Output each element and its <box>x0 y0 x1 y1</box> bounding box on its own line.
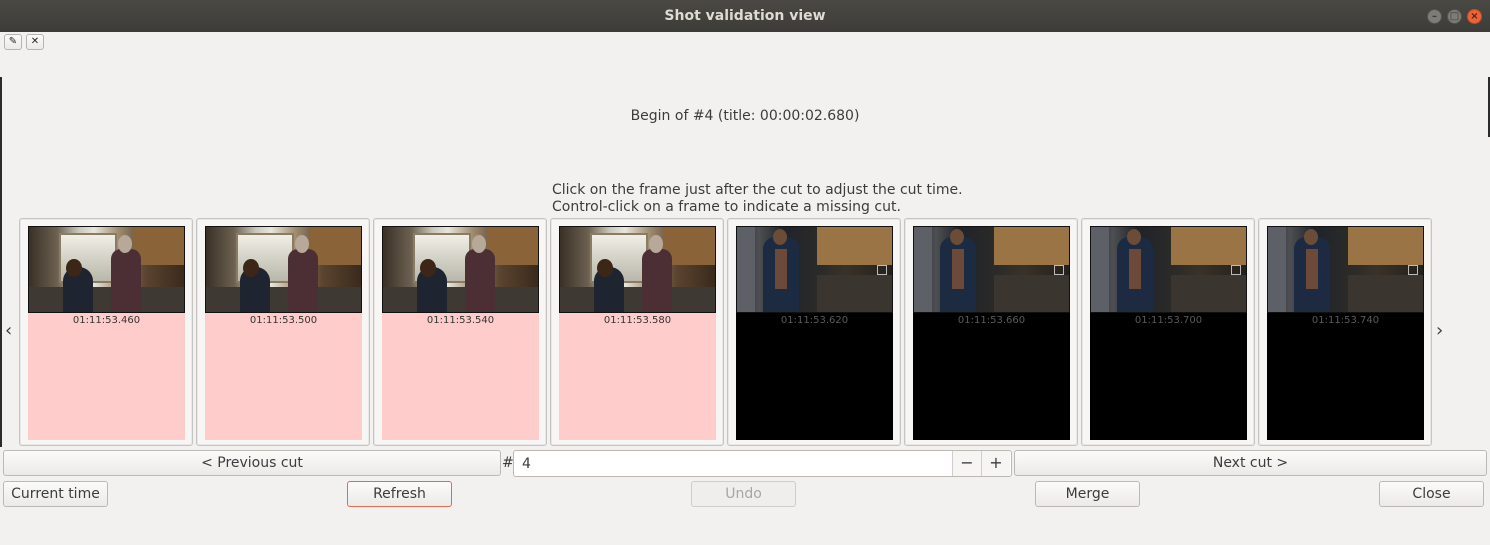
frame-background: 01:11:53.740 <box>1267 226 1424 440</box>
frame-timestamp: 01:11:53.540 <box>426 315 495 326</box>
previous-cut-button[interactable]: < Previous cut <box>3 450 501 476</box>
frame-card[interactable]: 01:11:53.660 <box>904 218 1078 446</box>
undo-button[interactable]: Undo <box>691 481 796 507</box>
frame-timestamp: 01:11:53.580 <box>603 315 672 326</box>
frame-timestamp: 01:11:53.700 <box>1134 315 1203 326</box>
frame-background: 01:11:53.620 <box>736 226 893 440</box>
frame-timestamp: 01:11:53.460 <box>72 315 141 326</box>
scroll-left-arrow-icon[interactable]: ‹ <box>5 320 12 341</box>
frame-background: 01:11:53.500 <box>205 226 362 440</box>
frame-card[interactable]: 01:11:53.580 <box>550 218 724 446</box>
frame-card[interactable]: 01:11:53.460 <box>19 218 193 446</box>
decrement-button[interactable]: − <box>952 451 981 476</box>
frame-thumbnail[interactable] <box>913 226 1070 313</box>
cut-title: Begin of #4 (title: 00:00:02.680) <box>630 108 860 124</box>
increment-button[interactable]: + <box>981 451 1010 476</box>
frame-background: 01:11:53.580 <box>559 226 716 440</box>
cut-number-label: # <box>502 455 514 471</box>
frame-timestamp: 01:11:53.660 <box>957 315 1026 326</box>
frame-card[interactable]: 01:11:53.700 <box>1081 218 1255 446</box>
frame-card[interactable]: 01:11:53.740 <box>1258 218 1432 446</box>
frame-thumbnail[interactable] <box>1090 226 1247 313</box>
instructions: Click on the frame just after the cut to… <box>552 182 963 216</box>
minimize-icon[interactable]: – <box>1427 9 1442 24</box>
close-icon[interactable]: × <box>1467 9 1482 24</box>
frame-background: 01:11:53.460 <box>28 226 185 440</box>
frame-timestamp: 01:11:53.740 <box>1311 315 1380 326</box>
title-bar: Shot validation view – □ × <box>0 0 1490 32</box>
frame-background: 01:11:53.540 <box>382 226 539 440</box>
current-time-button[interactable]: Current time <box>3 481 108 507</box>
frame-background: 01:11:53.660 <box>913 226 1070 440</box>
maximize-icon[interactable]: □ <box>1447 9 1462 24</box>
scroll-right-arrow-icon[interactable]: › <box>1436 320 1443 341</box>
shot-validation-window: Shot validation view – □ × ✎ ✕ Begin of … <box>0 0 1490 545</box>
hint-line: Control-click on a frame to indicate a m… <box>552 199 901 215</box>
divider <box>0 77 2 447</box>
hint-line: Click on the frame just after the cut to… <box>552 182 963 198</box>
frame-background: 01:11:53.700 <box>1090 226 1247 440</box>
edit-icon[interactable]: ✎ <box>4 34 22 50</box>
cut-number-input[interactable] <box>514 451 951 476</box>
frame-thumbnail[interactable] <box>205 226 362 313</box>
merge-button[interactable]: Merge <box>1035 481 1140 507</box>
cut-number-spinner[interactable]: − + <box>513 450 1012 477</box>
frame-card[interactable]: 01:11:53.500 <box>196 218 370 446</box>
frame-card[interactable]: 01:11:53.620 <box>727 218 901 446</box>
frame-thumbnail[interactable] <box>382 226 539 313</box>
window-title: Shot validation view <box>664 8 826 24</box>
frame-thumbnail[interactable] <box>28 226 185 313</box>
frame-thumbnail[interactable] <box>736 226 893 313</box>
frame-card[interactable]: 01:11:53.540 <box>373 218 547 446</box>
close-icon[interactable]: ✕ <box>26 34 44 50</box>
close-button[interactable]: Close <box>1379 481 1484 507</box>
next-cut-button[interactable]: Next cut > <box>1014 450 1487 476</box>
frame-timestamp: 01:11:53.620 <box>780 315 849 326</box>
frame-thumbnail[interactable] <box>559 226 716 313</box>
frame-timestamp: 01:11:53.500 <box>249 315 318 326</box>
frame-thumbnail[interactable] <box>1267 226 1424 313</box>
refresh-button[interactable]: Refresh <box>347 481 452 507</box>
